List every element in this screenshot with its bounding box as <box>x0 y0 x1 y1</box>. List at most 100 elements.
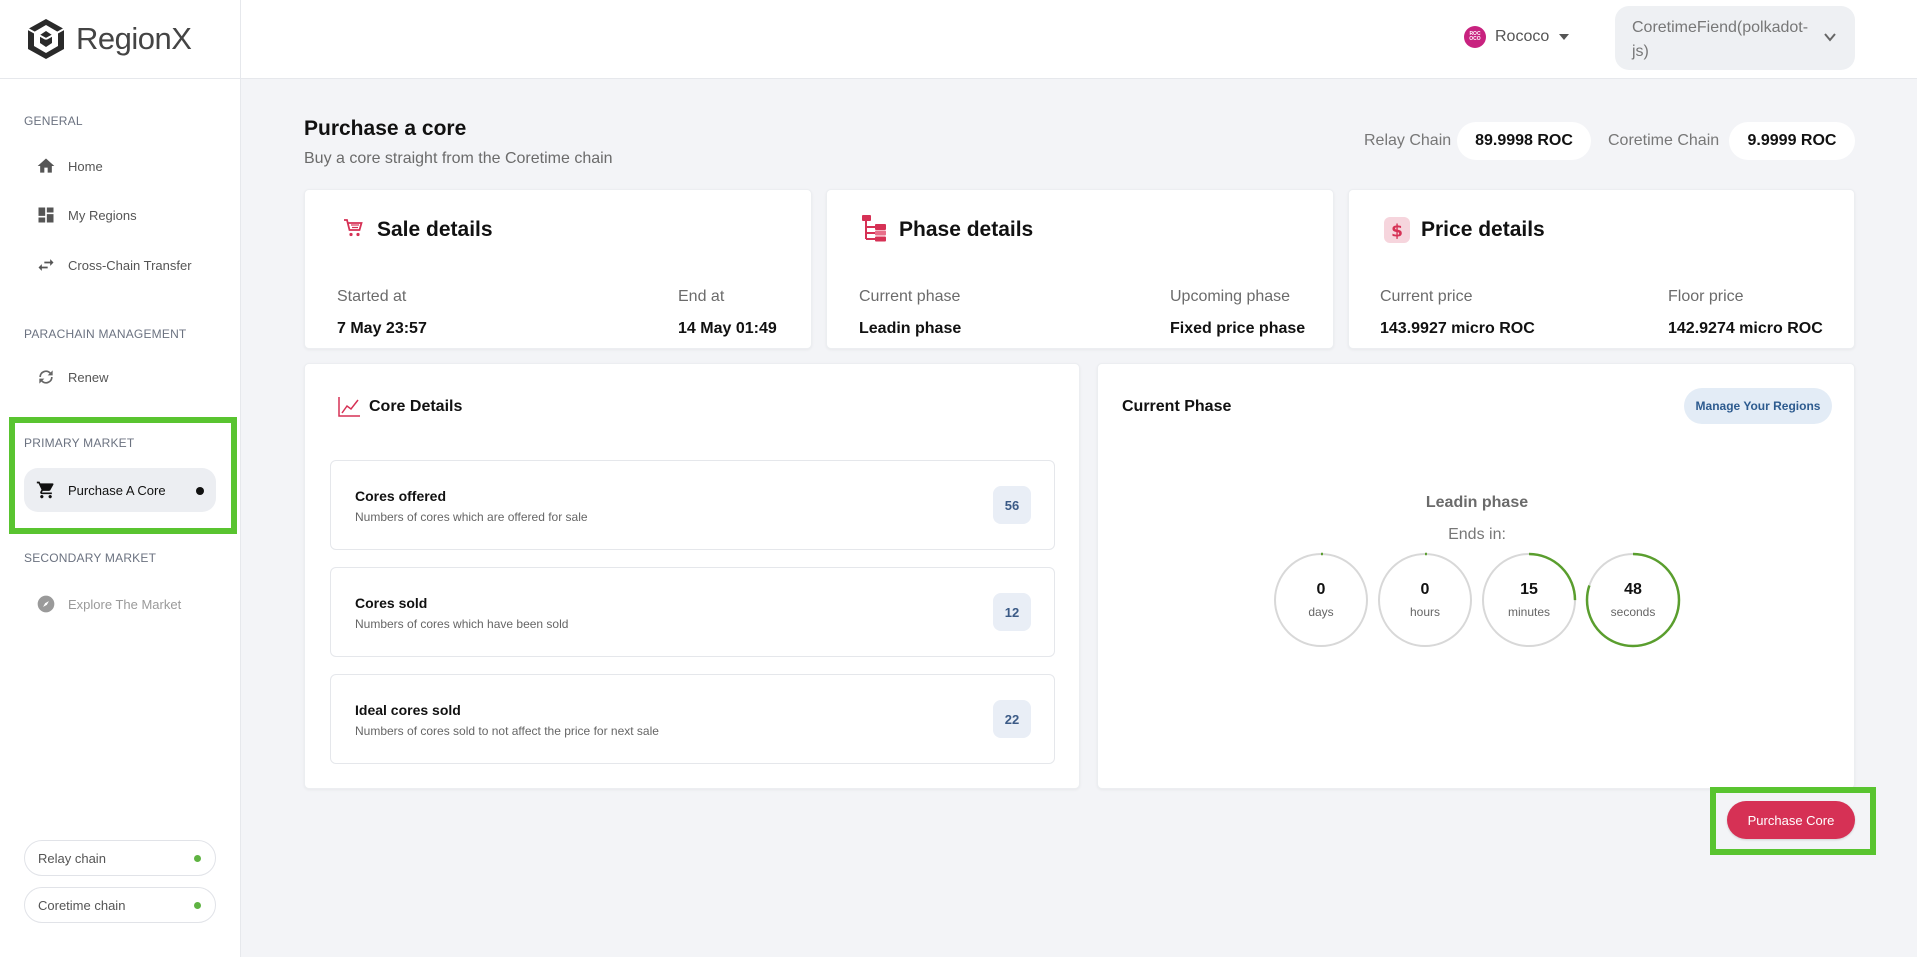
started-at-value: 7 May 23:57 <box>337 320 427 337</box>
price-details-card: $ Price details Current price 143.9927 m… <box>1348 189 1855 349</box>
current-price-label: Current price <box>1380 288 1473 305</box>
row-title: Cores sold <box>355 595 428 611</box>
sidebar-item-label: My Regions <box>68 207 137 223</box>
sidebar-item-cross-chain-transfer[interactable]: Cross-Chain Transfer <box>24 243 216 287</box>
countdown-days: 0 days <box>1273 552 1369 648</box>
countdown-unit: hours <box>1409 605 1441 619</box>
account-name: CoretimeFiend(polkadot-js) <box>1632 19 1809 60</box>
cart-icon <box>344 219 363 237</box>
dashboard-icon <box>38 207 54 223</box>
sale-details-card: Sale details Started at 7 May 23:57 End … <box>304 189 812 349</box>
count-badge: 12 <box>993 593 1031 631</box>
network-selector[interactable]: ROC OCO Rococo <box>1464 22 1570 52</box>
row-subtitle: Numbers of cores which are offered for s… <box>355 510 588 524</box>
countdown-seconds: 48 seconds <box>1585 552 1681 648</box>
coretime-chain-balance: 9.9999 ROC <box>1729 122 1855 160</box>
started-at-label: Started at <box>337 288 407 305</box>
floor-price-label: Floor price <box>1668 288 1744 305</box>
sidebar-item-explore-the-market[interactable]: Explore The Market <box>24 582 216 626</box>
purchase-core-button[interactable]: Purchase Core <box>1727 801 1855 839</box>
status-dot <box>194 902 201 909</box>
manage-your-regions-button[interactable]: Manage Your Regions <box>1684 388 1832 424</box>
sidebar-item-home[interactable]: Home <box>24 144 216 188</box>
row-subtitle: Numbers of cores sold to not affect the … <box>355 724 659 738</box>
relay-chain-status[interactable]: Relay chain <box>24 840 216 876</box>
app-name: RegionX <box>76 21 192 56</box>
dollar-icon: $ <box>1384 217 1410 243</box>
end-at-value: 14 May 01:49 <box>678 320 777 337</box>
phase-tree-icon <box>862 215 886 242</box>
top-header: ROC OCO Rococo CoretimeFiend(polkadot-js… <box>241 0 1917 79</box>
sidebar-item-my-regions[interactable]: My Regions <box>24 193 216 237</box>
cart-icon <box>36 481 54 499</box>
relay-chain-balance: 89.9998 ROC <box>1457 122 1591 160</box>
ring-track <box>1378 553 1472 647</box>
current-phase-card: Current Phase Manage Your Regions Leadin… <box>1097 363 1855 789</box>
active-indicator <box>196 487 204 495</box>
countdown-minutes: 15 minutes <box>1481 552 1577 648</box>
phase-name: Leadin phase <box>1425 494 1529 511</box>
countdown-unit: minutes <box>1507 605 1551 619</box>
current-phase-value: Leadin phase <box>859 320 962 337</box>
chain-label: Coretime chain <box>38 897 126 913</box>
section-title-secondary-market: SECONDARY MARKET <box>24 551 157 565</box>
regionx-cube-icon <box>27 19 65 59</box>
core-details-row-cores-offered: Cores offered Numbers of cores which are… <box>330 460 1055 550</box>
end-at-label: End at <box>678 288 725 305</box>
sidebar-item-label: Cross-Chain Transfer <box>68 257 192 273</box>
sidebar-item-label: Purchase A Core <box>68 482 166 498</box>
row-title: Cores offered <box>355 488 447 504</box>
row-subtitle: Numbers of cores which have been sold <box>355 617 569 631</box>
regionx-logo[interactable]: RegionX <box>24 16 192 62</box>
progress-ring <box>1585 552 1681 648</box>
renew-icon <box>39 370 53 384</box>
core-details-card: Core Details Cores offered Numbers of co… <box>304 363 1080 789</box>
rococo-logo-icon: ROC OCO <box>1464 26 1486 48</box>
countdown-value: 48 <box>1624 581 1642 598</box>
transfer-arrows-icon <box>38 259 54 271</box>
line-chart-icon <box>338 397 360 417</box>
core-details-row-ideal-cores-sold: Ideal cores sold Numbers of cores sold t… <box>330 674 1055 764</box>
countdown-hours: 0 hours <box>1377 552 1473 648</box>
card-title: Core Details <box>369 398 463 415</box>
sidebar-item-label: Explore The Market <box>68 596 182 612</box>
countdown-value: 0 <box>1420 581 1430 598</box>
network-name: Rococo <box>1495 28 1550 45</box>
row-title: Ideal cores sold <box>355 702 461 718</box>
sidebar-item-renew[interactable]: Renew <box>24 355 216 399</box>
current-price-value: 143.9927 micro ROC <box>1380 320 1535 337</box>
page-title: Purchase a core <box>304 117 467 140</box>
phase-details-card: Phase details Current phase Leadin phase… <box>826 189 1334 349</box>
svg-text:$: $ <box>1391 222 1403 242</box>
core-details-row-cores-sold: Cores sold Numbers of cores which have b… <box>330 567 1055 657</box>
status-dot <box>194 855 201 862</box>
home-icon <box>37 158 55 173</box>
progress-ring <box>1273 552 1369 648</box>
page-subtitle: Buy a core straight from the Coretime ch… <box>304 150 613 167</box>
ends-in-label: Ends in: <box>1448 526 1506 543</box>
sidebar: RegionX GENERAL Home My Regions Cross-Ch… <box>0 0 241 957</box>
progress-ring <box>1377 552 1473 648</box>
relay-chain-balance-label: Relay Chain <box>1364 132 1452 149</box>
sidebar-item-label: Home <box>68 158 103 174</box>
divider <box>0 78 241 79</box>
section-title-parachain: PARACHAIN MANAGEMENT <box>24 327 187 341</box>
sidebar-item-label: Renew <box>68 369 109 385</box>
upcoming-phase-value: Fixed price phase <box>1170 320 1306 337</box>
chain-label: Relay chain <box>38 850 106 866</box>
coretime-chain-status[interactable]: Coretime chain <box>24 887 216 923</box>
current-phase-label: Current phase <box>859 288 961 305</box>
card-title: Price details <box>1421 218 1545 241</box>
floor-price-value: 142.9274 micro ROC <box>1668 320 1823 337</box>
section-title-general: GENERAL <box>24 114 83 128</box>
countdown-unit: seconds <box>1610 605 1656 619</box>
card-title: Phase details <box>899 218 1034 241</box>
coretime-chain-balance-label: Coretime Chain <box>1608 132 1720 149</box>
ring-track <box>1274 553 1368 647</box>
sidebar-item-purchase-a-core[interactable]: Purchase A Core <box>24 468 216 512</box>
countdown-value: 0 <box>1316 581 1326 598</box>
progress-ring <box>1481 552 1577 648</box>
account-selector[interactable]: CoretimeFiend(polkadot-js) <box>1615 6 1855 70</box>
upcoming-phase-label: Upcoming phase <box>1170 288 1291 305</box>
count-badge: 22 <box>993 700 1031 738</box>
